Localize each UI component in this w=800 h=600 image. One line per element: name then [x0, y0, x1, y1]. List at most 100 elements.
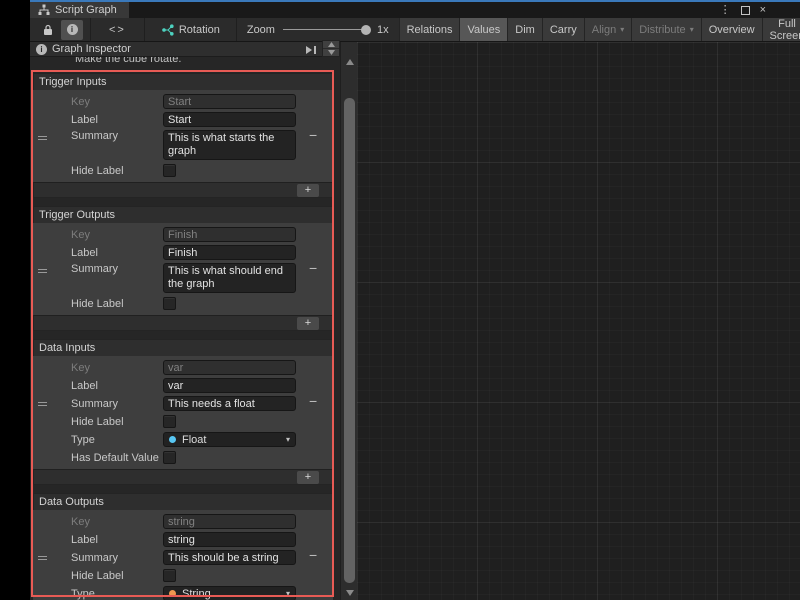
section-data-outputs: Data OutputsKeyLabelSummary−Hide LabelTy… [33, 493, 333, 600]
toolbar-button-label: Values [467, 24, 500, 36]
hide-label-checkbox[interactable] [163, 297, 176, 310]
row-label: Label [33, 532, 333, 547]
unity-script-graph-window: Script Graph ⋮ × i < [30, 0, 800, 600]
row-key: Key [33, 227, 333, 242]
toolbar-button-dim[interactable]: Dim [507, 18, 542, 41]
remove-item-button[interactable]: − [305, 548, 321, 562]
section-trigger-inputs: Trigger InputsKeyLabelSummary−Hide Label… [33, 73, 333, 198]
tab-label: Script Graph [55, 4, 117, 16]
section-rows: KeyLabelSummary−Hide Label [33, 90, 333, 182]
toolbar-button-full-screen[interactable]: Full Screen [762, 18, 800, 41]
summary-textarea[interactable] [163, 130, 296, 160]
type-dropdown[interactable]: String▾ [163, 586, 296, 600]
zoom-control: Zoom 1x [237, 18, 399, 41]
row-key: Key [33, 94, 333, 109]
field-label: Type [71, 434, 163, 446]
toolbar-button-label: Full Screen [770, 18, 800, 42]
maximize-icon[interactable] [741, 6, 750, 15]
hide-label-checkbox[interactable] [163, 164, 176, 177]
row-type: TypeFloat▾ [33, 432, 333, 447]
toolbar-code-group: <> [91, 18, 145, 41]
key-input [163, 360, 296, 375]
collapse-panel-icon[interactable] [305, 45, 317, 55]
has-default-value-checkbox[interactable] [163, 451, 176, 464]
field-label: Summary [71, 398, 163, 410]
section-footer: + [33, 469, 333, 485]
scroll-up-icon[interactable] [341, 57, 358, 67]
toolbar-button-label: Dim [515, 24, 535, 36]
toolbar-button-values[interactable]: Values [459, 18, 507, 41]
toolbar-button-relations[interactable]: Relations [399, 18, 460, 41]
summary-textarea[interactable] [163, 263, 296, 293]
hide-label-checkbox[interactable] [163, 569, 176, 582]
chevron-down-icon: ▾ [286, 589, 290, 598]
drag-handle[interactable] [38, 134, 47, 142]
graph-canvas[interactable] [357, 42, 800, 600]
inspector-toggle-info-icon[interactable]: i [61, 20, 83, 40]
tab-script-graph[interactable]: Script Graph [30, 2, 129, 18]
remove-item-button[interactable]: − [305, 394, 321, 408]
summary-input[interactable] [163, 550, 296, 565]
rotation-label: Rotation [179, 24, 220, 36]
label-input[interactable] [163, 245, 296, 260]
row-summary: Summary − [33, 550, 333, 565]
remove-item-button[interactable]: − [305, 128, 321, 142]
spin-up-icon[interactable] [323, 41, 339, 48]
field-label: Label [71, 380, 163, 392]
row-label: Label [33, 112, 333, 127]
toolbar-button-group: Relations Values Dim Carry Align▾Distribute▾… [399, 18, 800, 41]
add-item-button[interactable]: + [297, 471, 319, 484]
type-dropdown[interactable]: Float▾ [163, 432, 296, 447]
code-view-icon[interactable]: <> [97, 24, 138, 36]
key-input [163, 227, 296, 242]
scroll-down-icon[interactable] [341, 588, 358, 598]
add-item-button[interactable]: + [297, 184, 319, 197]
toolbar-button-overview[interactable]: Overview [701, 18, 762, 41]
label-input[interactable] [163, 112, 296, 127]
field-label: Key [71, 96, 163, 108]
inspector-scrollbar[interactable] [340, 42, 357, 600]
script-graph-icon [38, 4, 50, 16]
add-item-button[interactable]: + [297, 317, 319, 330]
toolbar-button-distribute[interactable]: Distribute▾ [631, 18, 700, 41]
field-label: Key [71, 362, 163, 374]
window-menu-icon[interactable]: ⋮ [720, 5, 731, 16]
drag-handle[interactable] [38, 400, 47, 408]
toolbar-rotation-group: Rotation [145, 18, 237, 41]
spin-down-icon[interactable] [323, 48, 339, 56]
toolbar-button-label: Distribute [639, 24, 685, 36]
remove-item-button[interactable]: − [305, 261, 321, 275]
label-input[interactable] [163, 378, 296, 393]
section-header: Data Inputs [33, 339, 333, 356]
drag-handle[interactable] [38, 554, 47, 562]
label-input[interactable] [163, 532, 296, 547]
toolbar-button-align[interactable]: Align▾ [584, 18, 631, 41]
lock-icon[interactable] [37, 20, 59, 40]
field-label: Has Default Value [71, 452, 163, 464]
zoom-slider[interactable] [283, 29, 369, 30]
graph-node-icon [161, 24, 174, 36]
key-input [163, 94, 296, 109]
zoom-slider-handle[interactable] [361, 25, 371, 35]
hide-label-checkbox[interactable] [163, 415, 176, 428]
graph-summary-note: Make the cube rotate. [75, 57, 181, 66]
rotation-breadcrumb[interactable]: Rotation [151, 24, 230, 36]
row-key: Key [33, 514, 333, 529]
drag-handle[interactable] [38, 267, 47, 275]
close-icon[interactable]: × [760, 5, 766, 16]
summary-input[interactable] [163, 396, 296, 411]
section-trigger-outputs: Trigger OutputsKeyLabelSummary−Hide Labe… [33, 206, 333, 331]
row-summary: Summary − [33, 130, 333, 160]
row-label: Label [33, 378, 333, 393]
toolbar-lock-info-group: i [30, 18, 91, 41]
toolbar-button-carry[interactable]: Carry [542, 18, 584, 41]
field-label: Summary [71, 130, 163, 142]
graph-toolbar: i <> Rotation [30, 18, 800, 42]
field-label: Key [71, 229, 163, 241]
toolbar-button-label: Carry [550, 24, 577, 36]
section-header: Trigger Outputs [33, 206, 333, 223]
field-label: Summary [71, 552, 163, 564]
graph-inspector-title: Graph Inspector [52, 43, 131, 55]
field-label: Label [71, 114, 163, 126]
scrollbar-thumb[interactable] [344, 98, 355, 583]
